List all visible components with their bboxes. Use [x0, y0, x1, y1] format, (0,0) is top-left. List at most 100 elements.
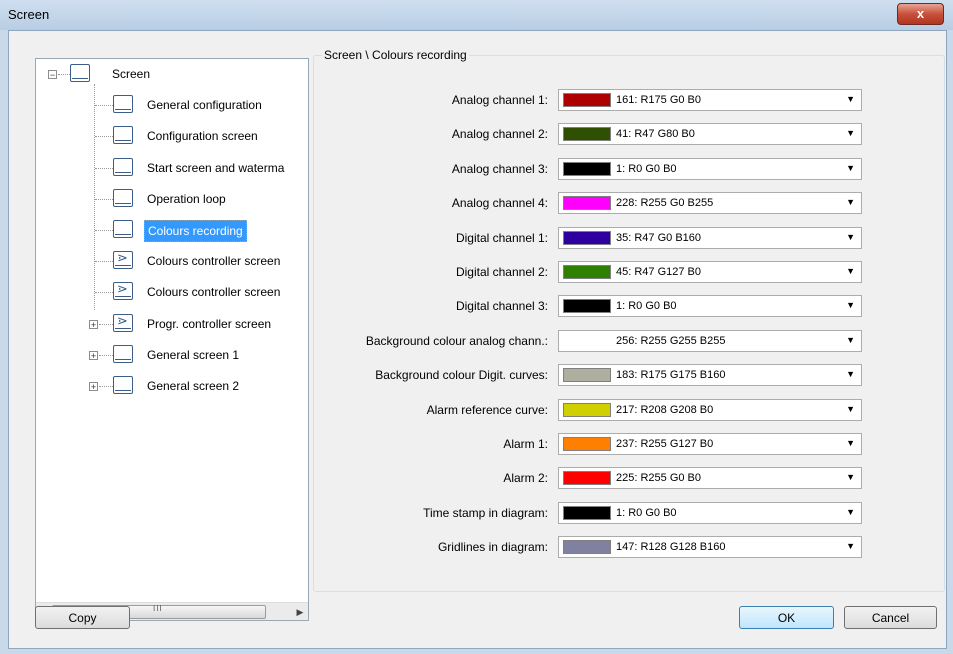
colour-dropdown[interactable]: 1: R0 G0 B0 ▼: [558, 295, 862, 317]
tree-node-label: Start screen and watermа: [147, 160, 285, 175]
tree-connector: [99, 323, 113, 325]
colour-dropdown[interactable]: 45: R47 G127 B0 ▼: [558, 261, 862, 283]
colour-dropdown[interactable]: 183: R175 G175 B160 ▼: [558, 364, 862, 386]
tree-node[interactable]: Configuration screen: [36, 126, 306, 148]
colour-row-label: Analog channel 1:: [451, 93, 548, 107]
copy-button[interactable]: Copy: [35, 606, 130, 629]
chevron-down-icon[interactable]: ▼: [846, 335, 855, 345]
colour-dropdown[interactable]: 256: R255 G255 B255 ▼: [558, 330, 862, 352]
tree-connector: [95, 167, 113, 169]
tree-node[interactable]: Operation loop: [36, 188, 306, 211]
chevron-down-icon[interactable]: ▼: [846, 507, 855, 517]
colour-dropdown[interactable]: 217: R208 G208 B0 ▼: [558, 399, 862, 421]
colour-dropdown[interactable]: 1: R0 G0 B0 ▼: [558, 158, 862, 180]
tree-node[interactable]: + General screen 2: [36, 376, 306, 398]
colour-value: 217: R208 G208 B0: [616, 404, 714, 416]
chevron-down-icon[interactable]: ▼: [846, 128, 855, 138]
chevron-down-icon[interactable]: ▼: [846, 163, 855, 173]
tree-connector: [58, 74, 70, 75]
dialog-window: Screen x − Screen General configuration Con…: [0, 0, 953, 654]
colour-value: 45: R47 G127 B0: [616, 266, 702, 278]
scroll-right-icon[interactable]: ▶: [294, 606, 306, 618]
colour-value: 35: R47 G0 B160: [616, 232, 702, 244]
controller-screen-icon: [113, 250, 133, 270]
colour-value: 161: R175 G0 B0: [616, 94, 702, 106]
colour-value: 1: R0 G0 B0: [616, 507, 677, 519]
close-button[interactable]: x: [897, 3, 944, 25]
tree-node-label: Colours controller screen: [147, 285, 281, 300]
expand-icon[interactable]: +: [89, 350, 98, 360]
colour-dropdown[interactable]: 161: R175 G0 B0 ▼: [558, 89, 862, 111]
chevron-down-icon[interactable]: ▼: [846, 197, 855, 207]
chevron-down-icon[interactable]: ▼: [846, 94, 855, 104]
tree-node-label: General screen 1: [147, 347, 240, 362]
tree-node[interactable]: Colours recording: [36, 220, 306, 242]
colour-swatch: [563, 196, 611, 210]
colour-swatch: [563, 334, 611, 348]
chevron-down-icon[interactable]: ▼: [846, 541, 855, 551]
colour-dropdown[interactable]: 228: R255 G0 B255 ▼: [558, 192, 862, 214]
colour-swatch: [563, 540, 611, 554]
tree-panel: − Screen General configuration Configuratio…: [35, 58, 309, 621]
colour-value: 237: R255 G127 B0: [616, 438, 714, 450]
tree-node[interactable]: + General screen 1: [36, 344, 306, 367]
colour-swatch: [563, 368, 611, 382]
colour-swatch: [563, 93, 611, 107]
colour-value: 1: R0 G0 B0: [616, 300, 677, 312]
colour-row-label: Time stamp in diagram:: [423, 506, 548, 520]
tree-node[interactable]: Colours controller screen: [36, 281, 306, 304]
tree-connector: [95, 261, 113, 263]
screen-icon: [113, 220, 133, 238]
chevron-down-icon[interactable]: ▼: [846, 266, 855, 276]
cancel-button[interactable]: Cancel: [844, 606, 937, 629]
colour-swatch: [563, 299, 611, 313]
tree-node[interactable]: + Progr. controller screen: [36, 313, 306, 336]
chevron-down-icon[interactable]: ▼: [846, 438, 855, 448]
ok-button[interactable]: OK: [739, 606, 834, 629]
colour-swatch: [563, 127, 611, 141]
tree-node-label: Configuration screen: [147, 129, 258, 144]
chevron-down-icon[interactable]: ▼: [846, 472, 855, 482]
colour-value: 41: R47 G80 B0: [616, 128, 695, 140]
expand-icon[interactable]: +: [89, 319, 98, 329]
tree-node-label: General screen 2: [147, 379, 240, 393]
chevron-down-icon[interactable]: ▼: [846, 300, 855, 310]
tree-node[interactable]: General configuration: [36, 95, 306, 117]
title-bar[interactable]: Screen x: [0, 0, 953, 30]
screen-icon: [113, 376, 133, 394]
controller-screen-icon: [113, 281, 133, 301]
colour-swatch: [563, 437, 611, 451]
colour-dropdown[interactable]: 41: R47 G80 B0 ▼: [558, 123, 862, 145]
colour-dropdown[interactable]: 225: R255 G0 B0 ▼: [558, 467, 862, 489]
tree-node-label: Colours controller screen: [147, 254, 281, 269]
screen-icon: [113, 95, 133, 114]
tree-view[interactable]: − Screen General configuration Configuratio…: [36, 59, 308, 580]
colour-row-label: Alarm 2:: [503, 471, 548, 485]
controller-screen-icon: [113, 313, 133, 332]
scroll-grip: III: [153, 604, 163, 613]
colour-dropdown[interactable]: 147: R128 G128 B160 ▼: [558, 536, 862, 558]
colour-value: 1: R0 G0 B0: [616, 163, 677, 175]
screen-icon: [113, 344, 133, 363]
colour-value: 228: R255 G0 B255: [616, 197, 714, 209]
colour-dropdown[interactable]: 1: R0 G0 B0 ▼: [558, 502, 862, 524]
tree-node[interactable]: Colours controller screen: [36, 250, 306, 273]
colour-swatch: [563, 471, 611, 485]
chevron-down-icon[interactable]: ▼: [846, 232, 855, 242]
tree-connector: [95, 230, 113, 231]
colour-row-label: Background colour analog chann.:: [365, 334, 548, 348]
colour-dropdown[interactable]: 35: R47 G0 B160 ▼: [558, 227, 862, 249]
tree-connector: [95, 105, 113, 107]
expand-icon[interactable]: +: [89, 382, 98, 392]
chevron-down-icon[interactable]: ▼: [846, 369, 855, 379]
colour-row-label: Digital channel 3:: [455, 299, 548, 313]
tree-node-root[interactable]: − Screen: [36, 64, 296, 86]
colour-dropdown[interactable]: 237: R255 G127 B0 ▼: [558, 433, 862, 455]
colour-value: 147: R128 G128 B160: [616, 541, 726, 553]
collapse-icon[interactable]: −: [48, 70, 57, 80]
tree-node[interactable]: Start screen and watermа: [36, 157, 306, 180]
chevron-down-icon[interactable]: ▼: [846, 404, 855, 414]
colour-swatch: [563, 231, 611, 245]
colour-row-label: Alarm 1:: [503, 437, 548, 451]
screen-icon: [113, 188, 133, 207]
